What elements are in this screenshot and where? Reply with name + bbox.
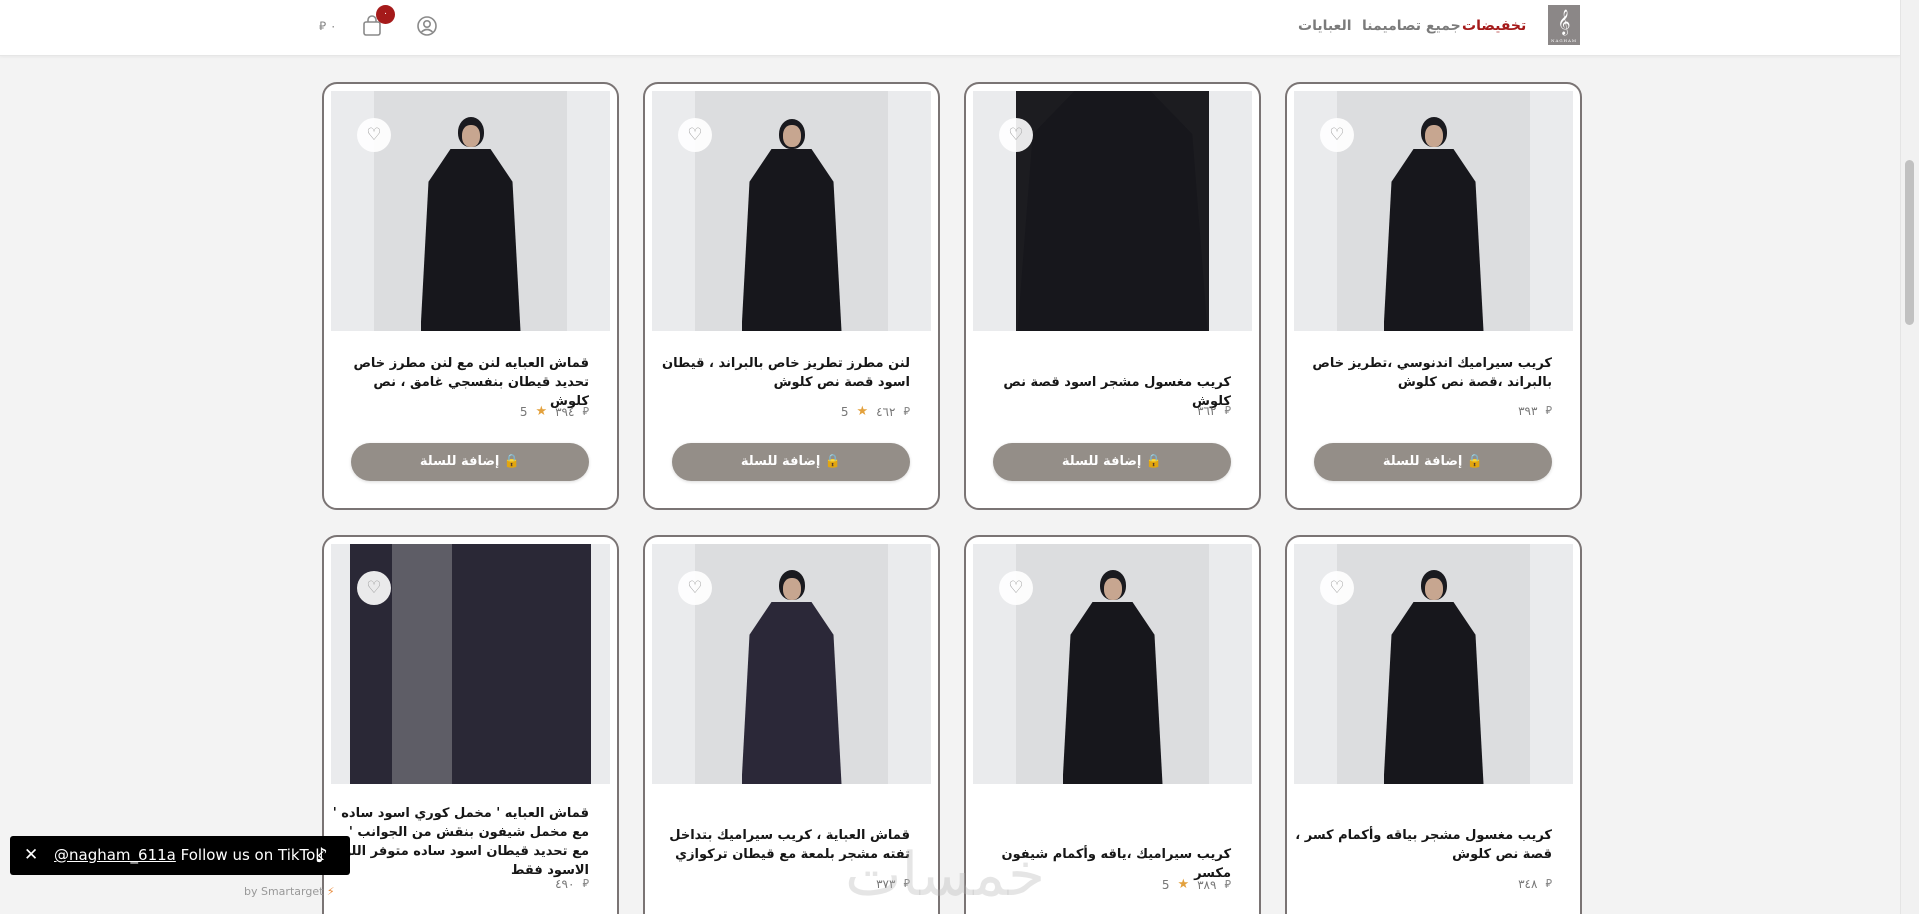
logo-text: NAGHAM	[1550, 38, 1578, 43]
add-to-cart-button[interactable]: 🔒 إضافة للسلة	[1314, 443, 1552, 481]
favorite-heart-icon[interactable]: ♡	[1320, 571, 1354, 605]
price-row: ⃁ ٣٤٨	[1518, 877, 1552, 891]
favorite-heart-icon[interactable]: ♡	[678, 118, 712, 152]
cart-total: ٠ ⃁	[319, 19, 337, 33]
product-price: ٣٩٣	[1518, 404, 1538, 418]
add-to-cart-button[interactable]: 🔒 إضافة للسلة	[672, 443, 910, 481]
star-icon: ★	[856, 404, 869, 419]
product-rating: 5	[519, 404, 528, 419]
favorite-heart-icon[interactable]: ♡	[357, 571, 391, 605]
product-image[interactable]: ♡	[652, 91, 931, 331]
nav-all-designs[interactable]: جميع تصاميمنا	[1362, 18, 1461, 34]
price-row: ⃁ ٣٩٤ ★ 5	[520, 404, 589, 419]
product-image[interactable]: ♡	[331, 91, 610, 331]
product-price: ٣٦٢	[1197, 404, 1217, 418]
product-price: ٤٦٢	[876, 404, 896, 419]
price-row: ⃁ ٤٦٢ ★ 5	[841, 404, 910, 419]
currency-icon: ⃁	[1545, 404, 1552, 417]
product-image[interactable]: ♡	[331, 544, 610, 784]
product-price: ٤٩٠	[555, 877, 575, 891]
currency-icon: ⃁	[1545, 877, 1552, 890]
logo-mark: 𝄞	[1557, 10, 1571, 35]
tiktok-handle[interactable]: @nagham_611a	[54, 846, 176, 864]
favorite-heart-icon[interactable]: ♡	[999, 571, 1033, 605]
currency-icon: ⃁	[1224, 404, 1231, 417]
favorite-heart-icon[interactable]: ♡	[678, 571, 712, 605]
product-image[interactable]: ♡	[1294, 91, 1573, 331]
favorite-heart-icon[interactable]: ♡	[999, 118, 1033, 152]
tiktok-follow-widget[interactable]: ✕ @nagham_611a Follow us on TikTok ♪	[10, 836, 350, 875]
bolt-icon: ⚡	[326, 885, 335, 898]
nav-abayas[interactable]: العبايات	[1298, 18, 1352, 34]
product-price: ٣٨٩	[1197, 877, 1217, 892]
brand-logo[interactable]: 𝄞 NAGHAM	[1548, 5, 1580, 45]
product-title[interactable]: لنن مطرز تطريز خاص بالبراند ، قيطان اسود…	[652, 354, 910, 392]
scrollbar-thumb[interactable]	[1905, 160, 1914, 325]
price-row: ⃁ ٣٦٢	[1197, 404, 1231, 418]
product-image[interactable]: ♡	[652, 544, 931, 784]
price-row: ⃁ ٤٩٠	[555, 877, 589, 891]
add-to-cart-button[interactable]: 🔒 إضافة للسلة	[993, 443, 1231, 481]
add-to-cart-label: إضافة للسلة	[740, 454, 821, 469]
add-to-cart-label: إضافة للسلة	[1382, 454, 1463, 469]
product-image[interactable]: ♡	[973, 544, 1252, 784]
product-title[interactable]: كريب سيراميك اندنوسي ،تطريز خاص بالبراند…	[1294, 354, 1552, 392]
product-card[interactable]: ♡ كريب مغسول مشجر اسود قصة نص كلوش ⃁ ٣٦٢…	[964, 82, 1261, 510]
star-icon: ★	[535, 404, 548, 419]
tiktok-cta: Follow us on TikTok	[180, 846, 325, 864]
currency-icon: ⃁	[1224, 877, 1231, 891]
currency-icon: ⃁	[903, 404, 910, 418]
add-to-cart-button[interactable]: 🔒 إضافة للسلة	[351, 443, 589, 481]
nav-sale[interactable]: تخفيضات	[1462, 18, 1526, 34]
product-rating: 5	[1161, 877, 1170, 892]
currency-icon: ⃁	[582, 877, 589, 890]
product-title[interactable]: كريب مغسول مشجر بياقه وأكمام كسر ، قصة ن…	[1294, 826, 1552, 864]
add-to-cart-label: إضافة للسلة	[1061, 454, 1142, 469]
tiktok-icon: ♪	[315, 843, 328, 867]
product-card[interactable]: ♡ قماش العبايه لنن مع لنن مطرز خاص تحديد…	[322, 82, 619, 510]
product-title[interactable]: قماش العبايه ' مخمل كوري اسود ساده ' مع …	[331, 804, 589, 880]
close-icon[interactable]: ✕	[24, 836, 38, 875]
scrollbar-track[interactable]	[1900, 0, 1919, 914]
product-rating: 5	[840, 404, 849, 419]
price-row: ⃁ ٣٩٣	[1518, 404, 1552, 418]
product-title[interactable]: كريب مغسول مشجر اسود قصة نص كلوش	[973, 373, 1231, 411]
product-image[interactable]: ♡	[1294, 544, 1573, 784]
watermark: خمسات	[845, 840, 1046, 910]
cart-count-badge: ٠	[376, 5, 395, 24]
smartarget-credit-text: by Smartarget	[244, 885, 324, 898]
product-card[interactable]: ♡ قماش العبايه ' مخمل كوري اسود ساده ' م…	[322, 535, 619, 914]
currency-icon: ⃁	[582, 404, 589, 418]
profile-icon[interactable]	[416, 15, 438, 37]
star-icon: ★	[1177, 877, 1190, 892]
product-card[interactable]: ♡ لنن مطرز تطريز خاص بالبراند ، قيطان اس…	[643, 82, 940, 510]
product-price: ٣٤٨	[1518, 877, 1538, 891]
add-to-cart-label: إضافة للسلة	[419, 454, 500, 469]
favorite-heart-icon[interactable]: ♡	[357, 118, 391, 152]
product-card[interactable]: ♡ كريب سيراميك اندنوسي ،تطريز خاص بالبرا…	[1285, 82, 1582, 510]
product-title[interactable]: قماش العبايه لنن مع لنن مطرز خاص تحديد ق…	[331, 354, 589, 411]
product-card[interactable]: ♡ كريب مغسول مشجر بياقه وأكمام كسر ، قصة…	[1285, 535, 1582, 914]
tiktok-follow-text[interactable]: @nagham_611a Follow us on TikTok	[54, 836, 324, 875]
smartarget-credit[interactable]: by Smartarget ⚡	[244, 885, 335, 898]
product-price: ٣٩٤	[555, 404, 575, 419]
site-header: 𝄞 NAGHAM تخفيضات جميع تصاميمنا العبايات …	[0, 0, 1900, 56]
price-row: ⃁ ٣٨٩ ★ 5	[1162, 877, 1231, 892]
product-image[interactable]: ♡	[973, 91, 1252, 331]
favorite-heart-icon[interactable]: ♡	[1320, 118, 1354, 152]
